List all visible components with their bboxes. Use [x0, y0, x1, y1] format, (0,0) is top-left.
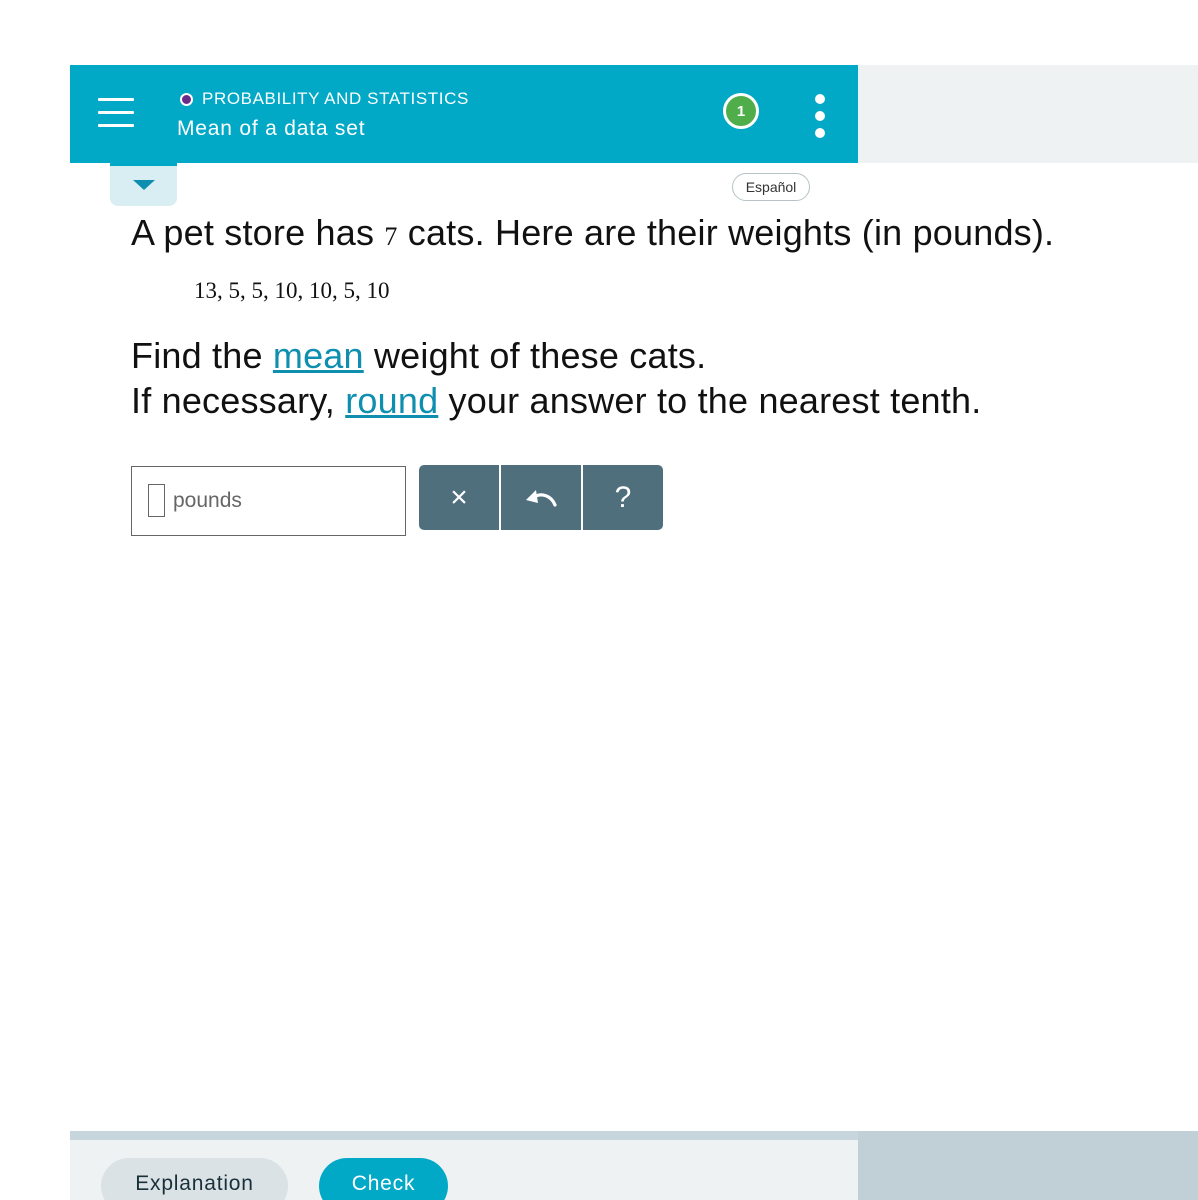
- answer-entry-slot[interactable]: [148, 484, 165, 517]
- footer-right-panel: [858, 1131, 1198, 1200]
- answer-toolbar: × ?: [419, 465, 663, 530]
- app-header: PROBABILITY AND STATISTICS Mean of a dat…: [70, 65, 858, 163]
- topic-row: PROBABILITY AND STATISTICS: [180, 89, 469, 109]
- progress-badge: 1: [723, 93, 759, 129]
- clear-button[interactable]: ×: [419, 465, 499, 530]
- topic-label: PROBABILITY AND STATISTICS: [202, 89, 469, 108]
- language-toggle-button[interactable]: Español: [732, 173, 810, 201]
- undo-icon: [526, 489, 557, 507]
- collapse-toggle-button[interactable]: [110, 163, 177, 206]
- triangle-down-icon: [133, 180, 155, 190]
- more-options-icon[interactable]: [808, 94, 832, 138]
- instruction-line-1: Find the mean weight of these cats.: [131, 335, 706, 377]
- cat-count: 7: [384, 222, 398, 251]
- hamburger-menu-icon[interactable]: [98, 98, 134, 128]
- topic-dot-icon: [180, 92, 193, 106]
- page: PROBABILITY AND STATISTICS Mean of a dat…: [0, 0, 1198, 1200]
- instruction-2-after: your answer to the nearest tenth.: [438, 380, 982, 421]
- data-set-values: 13, 5, 5, 10, 10, 5, 10: [194, 278, 390, 303]
- question-prompt: A pet store has 7 cats. Here are their w…: [131, 212, 1054, 254]
- instruction-line-2: If necessary, round your answer to the n…: [131, 380, 981, 422]
- question-text-before: A pet store has: [131, 212, 385, 253]
- instruction-2-before: If necessary,: [131, 380, 346, 421]
- answer-input[interactable]: pounds: [131, 466, 406, 536]
- round-definition-link[interactable]: round: [345, 380, 438, 421]
- mean-definition-link[interactable]: mean: [273, 335, 364, 376]
- question-text-after: cats. Here are their weights (in pounds)…: [397, 212, 1055, 253]
- explanation-button[interactable]: Explanation: [101, 1158, 288, 1200]
- collapse-tab-bar: [110, 163, 177, 166]
- instruction-1-before: Find the: [131, 335, 273, 376]
- right-side-panel: [858, 65, 1198, 163]
- answer-unit-label: pounds: [173, 489, 242, 512]
- undo-button[interactable]: [499, 465, 581, 530]
- check-button[interactable]: Check: [319, 1158, 448, 1200]
- skill-title: Mean of a data set: [177, 117, 366, 140]
- instruction-1-after: weight of these cats.: [363, 335, 707, 376]
- help-button[interactable]: ?: [581, 465, 663, 530]
